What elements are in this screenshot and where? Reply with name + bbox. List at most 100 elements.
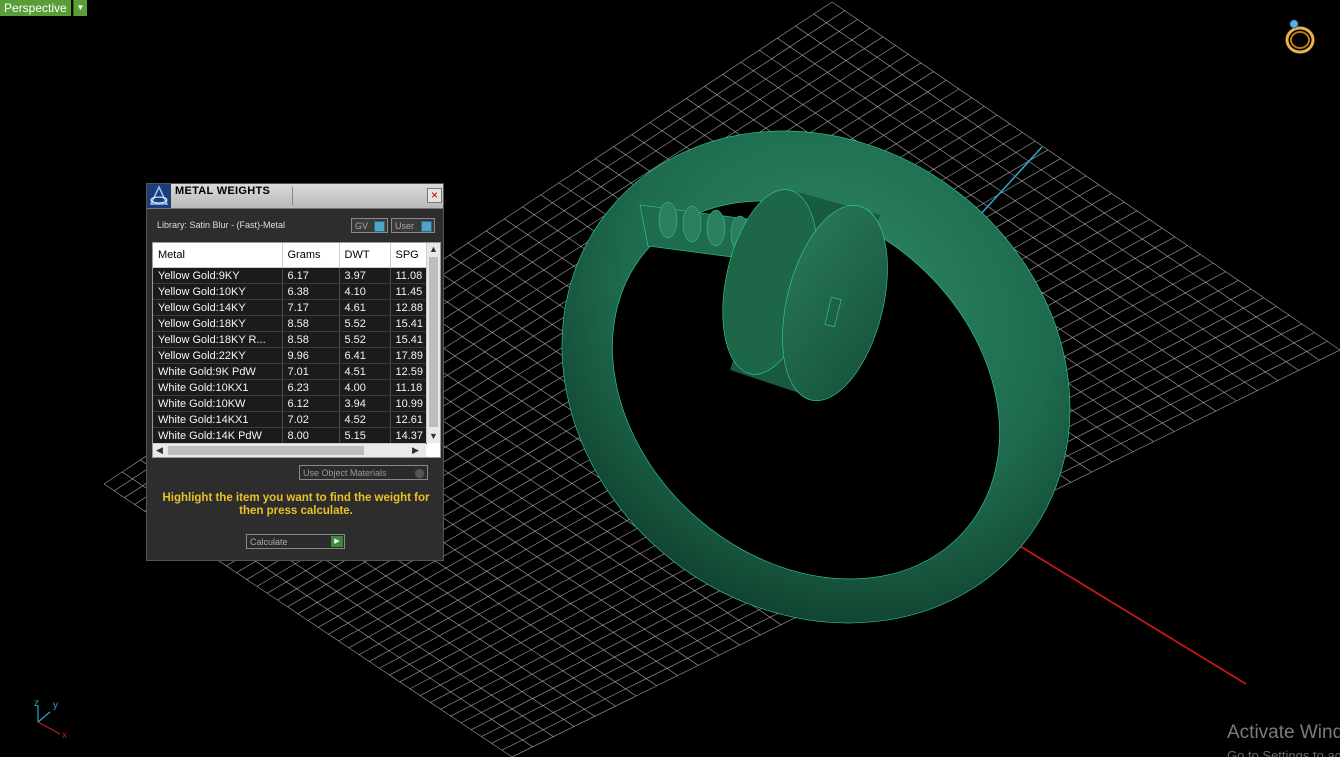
cell-dwt: 4.10 [339, 283, 391, 300]
panel-titlebar[interactable]: METAL WEIGHTS × [147, 184, 443, 209]
cell-grams: 6.17 [282, 267, 340, 284]
table-row[interactable]: White Gold:10KW 6.12 3.94 10.99 [153, 395, 427, 412]
table-row[interactable]: Yellow Gold:18KY R... 8.58 5.52 15.41 [153, 331, 427, 348]
cell-metal: Yellow Gold:10KY [153, 283, 283, 300]
column-header-grams[interactable]: Grams [282, 243, 340, 268]
app-logo-icon [147, 184, 171, 208]
cell-dwt: 5.15 [339, 427, 391, 444]
cell-spg: 12.59 [390, 363, 427, 380]
use-object-materials-label: Use Object Materials [303, 468, 387, 478]
cell-dwt: 4.51 [339, 363, 391, 380]
metal-table-container[interactable]: Metal Grams DWT SPG Yellow Gold:9KY 6.17 3… [152, 242, 441, 458]
cell-grams: 8.58 [282, 315, 340, 332]
cell-grams: 6.38 [282, 283, 340, 300]
close-button[interactable]: × [427, 188, 442, 203]
screw-thread [682, 205, 702, 243]
cell-dwt: 6.41 [339, 347, 391, 364]
ring-icon[interactable] [1280, 16, 1320, 56]
cell-dwt: 4.52 [339, 411, 391, 428]
cell-grams: 8.58 [282, 331, 340, 348]
table-header-row: Metal Grams DWT SPG [153, 243, 427, 268]
activate-windows-subtext: Go to Settings to activate Windows. [1227, 748, 1340, 757]
cell-metal: Yellow Gold:18KY [153, 315, 283, 332]
axis-y-label: y [53, 700, 58, 711]
cell-dwt: 5.52 [339, 315, 391, 332]
cell-metal: Yellow Gold:14KY [153, 299, 283, 316]
gv-toggle-button[interactable]: GV [351, 218, 388, 233]
cell-metal: White Gold:10KX1 [153, 379, 283, 396]
table-row[interactable]: Yellow Gold:9KY 6.17 3.97 11.08 [153, 267, 427, 284]
activate-windows-watermark: Activate Windows [1227, 722, 1340, 743]
screw-thread [658, 201, 678, 239]
axis-x-label: x [62, 730, 67, 740]
cell-spg: 11.45 [390, 283, 427, 300]
cell-spg: 14.37 [390, 427, 427, 444]
cell-metal: Yellow Gold:9KY [153, 267, 283, 284]
user-toggle-label: User [395, 221, 415, 231]
cell-metal: White Gold:14KX1 [153, 411, 283, 428]
table-row[interactable]: Yellow Gold:22KY 9.96 6.41 17.89 [153, 347, 427, 364]
cell-spg: 17.89 [390, 347, 427, 364]
panel-title: METAL WEIGHTS [175, 185, 271, 197]
scroll-left-arrow-icon[interactable]: ◀ [153, 444, 166, 457]
table-row[interactable]: White Gold:9K PdW 7.01 4.51 12.59 [153, 363, 427, 380]
scroll-down-arrow-icon[interactable]: ▼ [427, 430, 440, 443]
cell-grams: 8.00 [282, 427, 340, 444]
cell-spg: 10.99 [390, 395, 427, 412]
toggle-knob-icon [374, 221, 385, 232]
ring-model[interactable] [463, 30, 1169, 725]
table-row[interactable]: White Gold:14KX1 7.02 4.52 12.61 [153, 411, 427, 428]
cell-metal: Yellow Gold:18KY R... [153, 331, 283, 348]
library-label: Library: Satin Blur - (Fast)-Metal [157, 220, 286, 230]
toggle-knob-icon [421, 221, 432, 232]
axis-gizmo-icon: x z y [34, 698, 67, 740]
cell-spg: 11.18 [390, 379, 427, 396]
cell-grams: 6.23 [282, 379, 340, 396]
table-row[interactable]: White Gold:10KX1 6.23 4.00 11.18 [153, 379, 427, 396]
axis-z-label: z [34, 698, 39, 709]
vertical-scrollbar[interactable]: ▲ ▼ [426, 243, 440, 443]
user-toggle-button[interactable]: User [391, 218, 435, 233]
cell-grams: 7.02 [282, 411, 340, 428]
calculate-button[interactable]: Calculate ▶ [246, 534, 345, 549]
view-dropdown-icon[interactable]: ▼ [73, 0, 87, 16]
screw-thread [706, 209, 726, 247]
table-row[interactable]: Yellow Gold:10KY 6.38 4.10 11.45 [153, 283, 427, 300]
table-row[interactable]: White Gold:14K PdW 8.00 5.15 14.37 [153, 427, 427, 444]
cell-metal: White Gold:10KW [153, 395, 283, 412]
radio-knob-icon [414, 468, 425, 479]
gv-toggle-label: GV [355, 221, 369, 231]
cell-dwt: 4.00 [339, 379, 391, 396]
title-separator [292, 187, 293, 205]
cell-spg: 12.61 [390, 411, 427, 428]
horizontal-scrollbar[interactable]: ◀ ▶ [153, 443, 426, 457]
play-arrow-icon: ▶ [331, 536, 343, 547]
cell-dwt: 3.94 [339, 395, 391, 412]
table-row[interactable]: Yellow Gold:14KY 7.17 4.61 12.88 [153, 299, 427, 316]
horizontal-scroll-thumb[interactable] [168, 446, 364, 455]
cell-spg: 11.08 [390, 267, 427, 284]
cell-metal: White Gold:14K PdW [153, 427, 283, 444]
use-object-materials-toggle[interactable]: Use Object Materials [299, 465, 428, 480]
cell-grams: 7.17 [282, 299, 340, 316]
column-header-spg[interactable]: SPG [390, 243, 427, 268]
cell-metal: Yellow Gold:22KY [153, 347, 283, 364]
cell-grams: 7.01 [282, 363, 340, 380]
cell-metal: White Gold:9K PdW [153, 363, 283, 380]
view-name-label[interactable]: Perspective [0, 0, 71, 16]
column-header-metal[interactable]: Metal [153, 243, 283, 268]
cell-dwt: 5.52 [339, 331, 391, 348]
vertical-scroll-thumb[interactable] [429, 257, 438, 427]
metal-weights-panel: METAL WEIGHTS × Library: Satin Blur - (F… [146, 183, 444, 561]
scroll-up-arrow-icon[interactable]: ▲ [427, 243, 440, 256]
calculate-button-label: Calculate [250, 537, 288, 547]
cell-spg: 12.88 [390, 299, 427, 316]
metal-table[interactable]: Metal Grams DWT SPG Yellow Gold:9KY 6.17 3… [153, 243, 427, 444]
table-row[interactable]: Yellow Gold:18KY 8.58 5.52 15.41 [153, 315, 427, 332]
cell-spg: 15.41 [390, 315, 427, 332]
column-header-dwt[interactable]: DWT [339, 243, 391, 268]
cell-grams: 9.96 [282, 347, 340, 364]
cell-spg: 15.41 [390, 331, 427, 348]
scroll-right-arrow-icon[interactable]: ▶ [409, 444, 422, 457]
instruction-text: Highlight the item you want to find the … [162, 492, 430, 517]
